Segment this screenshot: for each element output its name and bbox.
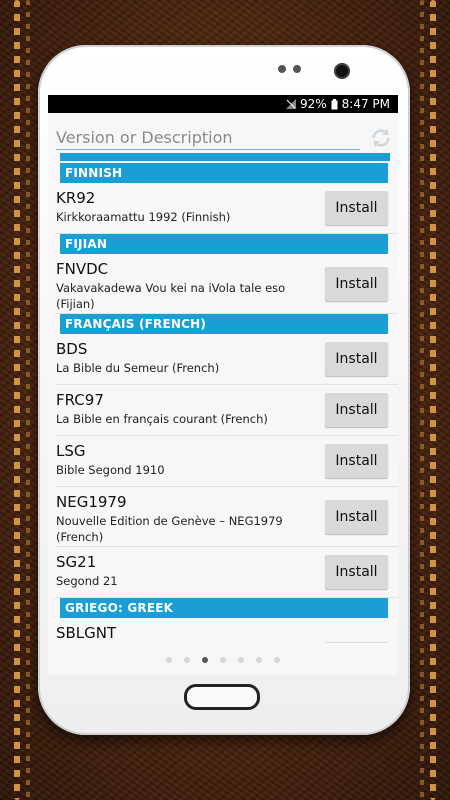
page-dot[interactable] — [256, 657, 262, 663]
page-dot[interactable] — [202, 657, 208, 663]
install-button[interactable]: Install — [325, 444, 388, 478]
page-dot[interactable] — [220, 657, 226, 663]
section-header-finnish: FINNISH — [60, 163, 388, 183]
stitching-right-inner — [420, 0, 424, 800]
list-item-sblgnt[interactable]: SBLGNT — [56, 618, 398, 643]
app-screen: 92% 8:47 PM FINNISH KR92 Kirkkoraamattu … — [48, 95, 398, 675]
list-item-lsg[interactable]: LSG Bible Segond 1910 Install — [56, 436, 398, 487]
version-description: Nouvelle Edition de Genève – NEG1979 (Fr… — [56, 514, 283, 544]
list-item-neg1979[interactable]: NEG1979 Nouvelle Edition de Genève – NEG… — [56, 487, 398, 547]
version-code: SBLGNT — [56, 624, 117, 642]
page-dot[interactable] — [238, 657, 244, 663]
section-header-partial — [60, 153, 390, 161]
signal-icon — [285, 99, 296, 109]
search-bar — [48, 113, 398, 153]
install-button[interactable]: Install — [325, 191, 388, 225]
version-description: Vakavakadewa Vou kei na iVola tale eso (… — [56, 281, 286, 311]
version-description: La Bible en français courant (French) — [56, 412, 268, 426]
section-header-fijian: FIJIAN — [60, 234, 388, 254]
stitching-left — [14, 0, 20, 800]
home-button[interactable] — [184, 684, 260, 710]
page-indicator — [48, 644, 398, 675]
version-description: La Bible du Semeur (French) — [56, 361, 220, 375]
list-item-fnvdc[interactable]: FNVDC Vakavakadewa Vou kei na iVola tale… — [56, 254, 398, 314]
battery-percent: 92% — [299, 97, 327, 111]
version-list: FINNISH KR92 Kirkkoraamattu 1992 (Finnis… — [48, 153, 398, 643]
list-item-frc97[interactable]: FRC97 La Bible en français courant (Fren… — [56, 385, 398, 436]
section-header-french: FRANÇAIS (FRENCH) — [60, 314, 388, 334]
search-input[interactable] — [56, 125, 360, 150]
list-item-kr92[interactable]: KR92 Kirkkoraamattu 1992 (Finnish) Insta… — [56, 183, 398, 234]
stitching-left-inner — [26, 0, 30, 800]
install-button[interactable]: Install — [325, 393, 388, 427]
version-description: Bible Segond 1910 — [56, 463, 165, 477]
phone-frame: 92% 8:47 PM FINNISH KR92 Kirkkoraamattu … — [38, 45, 410, 735]
install-button[interactable]: Install — [325, 555, 388, 589]
stitching-right — [430, 0, 436, 800]
install-button[interactable]: Install — [325, 342, 388, 376]
front-camera — [334, 63, 350, 79]
version-description: Kirkkoraamattu 1992 (Finnish) — [56, 210, 231, 224]
list-item-bds[interactable]: BDS La Bible du Semeur (French) Install — [56, 334, 398, 385]
refresh-icon[interactable] — [370, 127, 392, 149]
install-button[interactable]: Install — [325, 499, 388, 534]
clock: 8:47 PM — [341, 97, 390, 111]
section-header-greek: GRIEGO: GREEK — [60, 598, 388, 618]
page-dot[interactable] — [166, 657, 172, 663]
list-item-sg21[interactable]: SG21 Segond 21 Install — [56, 547, 398, 598]
battery-icon — [331, 98, 338, 109]
status-bar: 92% 8:47 PM — [48, 95, 398, 113]
install-button[interactable]: Install — [325, 266, 388, 301]
install-button[interactable] — [325, 642, 388, 643]
speaker-grille — [278, 65, 301, 73]
page-dot[interactable] — [184, 657, 190, 663]
version-description: Segond 21 — [56, 574, 118, 588]
page-dot[interactable] — [274, 657, 280, 663]
